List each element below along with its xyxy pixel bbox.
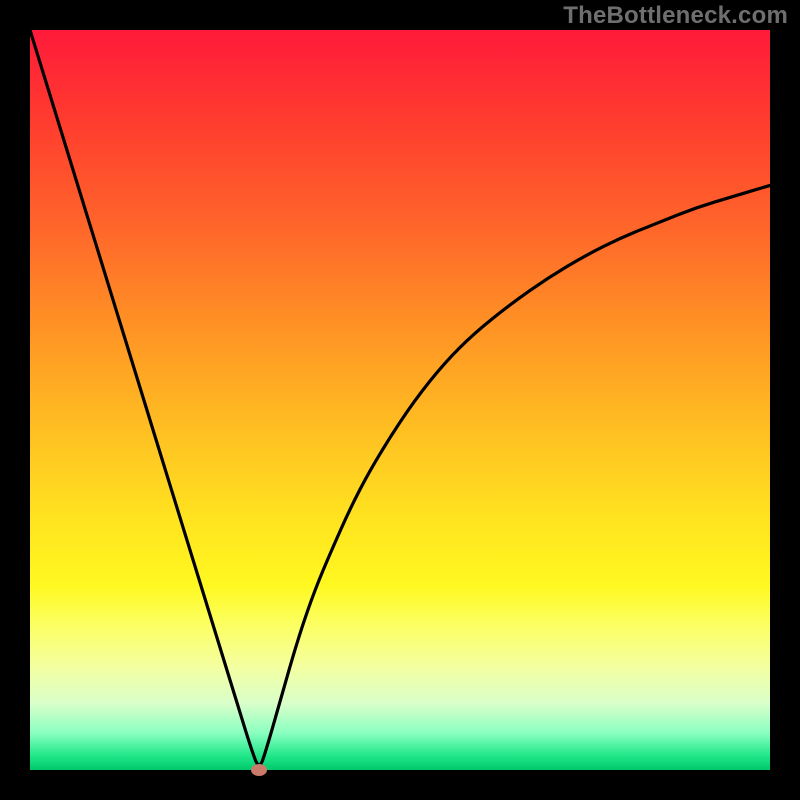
chart-frame: TheBottleneck.com [0, 0, 800, 800]
plot-gradient-background [30, 30, 770, 770]
watermark-text: TheBottleneck.com [563, 2, 788, 30]
operating-point-marker [251, 764, 267, 776]
